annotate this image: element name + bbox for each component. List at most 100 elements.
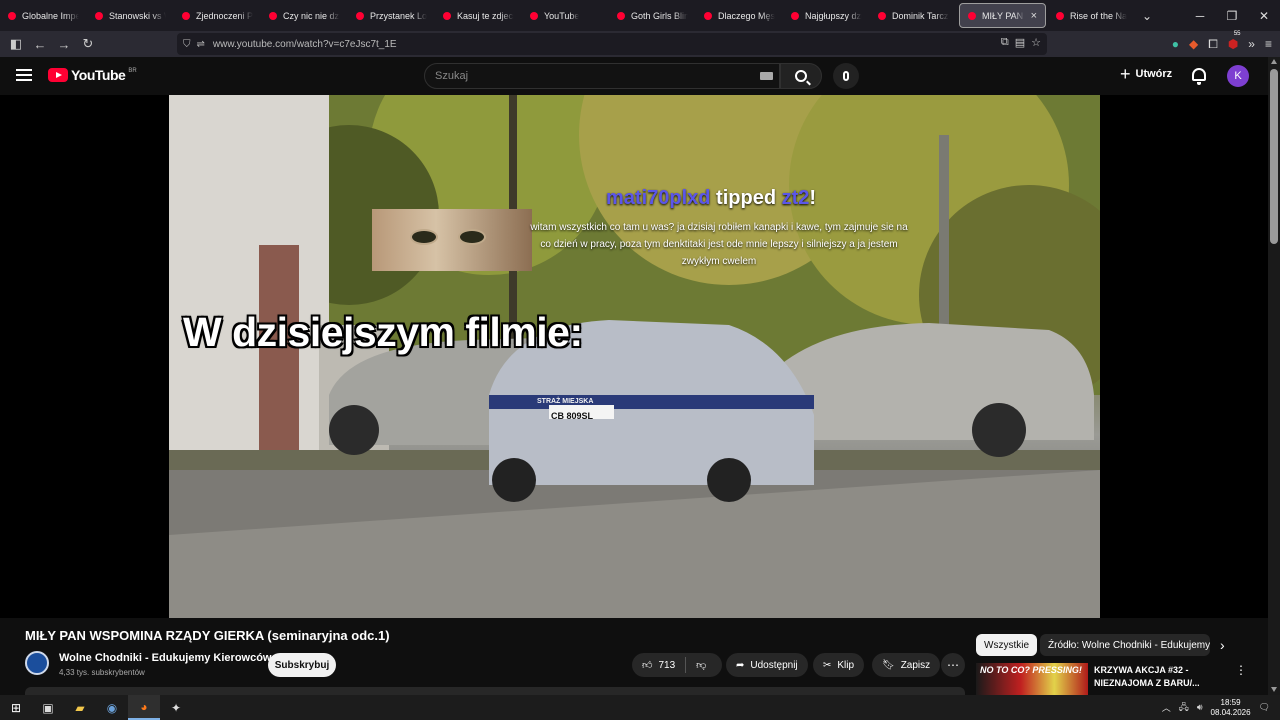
- share-label: Udostępnij: [750, 659, 798, 671]
- windows-start-icon[interactable]: ⊞: [0, 695, 32, 720]
- network-icon[interactable]: 🖧︎: [1179, 700, 1189, 716]
- description-box[interactable]: [25, 687, 965, 695]
- share-button[interactable]: ➦ Udostępnij: [726, 653, 808, 677]
- share-arrow-icon: ➦: [736, 659, 745, 671]
- clock[interactable]: 18:59 08.04.2026: [1211, 698, 1251, 718]
- youtube-logo[interactable]: YouTube BR: [48, 67, 137, 83]
- browser-tab[interactable]: Rise of the Nazis: [1048, 0, 1135, 31]
- tab-label: Globalne Imperi: [22, 10, 79, 21]
- chip-all[interactable]: Wszystkie: [976, 634, 1037, 656]
- scroll-up-arrow-icon[interactable]: [1271, 59, 1277, 64]
- tab-list-chevron-icon[interactable]: ⌄: [1135, 0, 1159, 31]
- browser-tab[interactable]: Globalne Imperi: [0, 0, 87, 31]
- scrollbar-thumb[interactable]: [1270, 69, 1278, 244]
- chevron-right-icon[interactable]: ›: [1220, 637, 1225, 653]
- tip-message: witam wszystkich co tam u was? ja dzisia…: [530, 222, 908, 267]
- tray-chevron-icon[interactable]: ︿: [1162, 701, 1171, 714]
- firefox-icon[interactable]: ◕: [128, 695, 160, 720]
- cat-eye: [410, 229, 438, 245]
- reload-icon[interactable]: ↻: [76, 32, 100, 56]
- minimize-icon[interactable]: ─: [1184, 0, 1216, 31]
- channel-name[interactable]: Wolne Chodniki - Edukujemy Kierowców: [59, 652, 272, 664]
- fox-extension-icon[interactable]: ◆: [1189, 37, 1198, 51]
- extensions-puzzle-icon[interactable]: ⧠: [1208, 37, 1218, 52]
- browser-tab[interactable]: Najgłupszy dzie: [783, 0, 870, 31]
- subscribe-button[interactable]: Subskrybuj: [268, 653, 336, 677]
- recommended-title[interactable]: KRZYWA AKCJA #32 - NIEZNAJOMA Z BARU/...: [1094, 664, 1214, 690]
- sidebar-toggle-icon[interactable]: ◧: [4, 32, 28, 56]
- browser-tab[interactable]: Zjednoczeni Prze: [174, 0, 261, 31]
- account-avatar[interactable]: K: [1227, 65, 1249, 87]
- close-tab-icon[interactable]: ×: [1031, 10, 1037, 22]
- picture-in-picture-icon[interactable]: ⧉: [1001, 36, 1009, 49]
- reader-view-icon[interactable]: ▤: [1015, 36, 1025, 49]
- forward-arrow-icon[interactable]: →: [52, 32, 76, 56]
- volume-icon[interactable]: 🔊︎: [1197, 702, 1203, 713]
- task-view-icon[interactable]: ▣: [32, 695, 64, 720]
- browser-tab[interactable]: YouTube: [522, 0, 609, 31]
- browser-tab[interactable]: Goth Girls Blind: [609, 0, 696, 31]
- browser-tab[interactable]: Dlaczego Męska: [696, 0, 783, 31]
- youtube-favicon-icon: [617, 11, 625, 20]
- search-input[interactable]: Szukaj: [424, 63, 780, 89]
- close-window-icon[interactable]: ✕: [1248, 0, 1280, 31]
- keyboard-icon[interactable]: [760, 72, 773, 80]
- bookmark-star-icon[interactable]: ☆: [1031, 36, 1041, 49]
- create-button[interactable]: + Utwórz: [1120, 65, 1173, 83]
- browser-tab[interactable]: Dominik Tarczyń: [870, 0, 957, 31]
- more-actions-button[interactable]: ⋯: [941, 653, 965, 677]
- tab-label: Dominik Tarczyń: [892, 10, 949, 21]
- tip-alert-line: mati70plxd tipped zt2!: [606, 187, 816, 210]
- dislike-button[interactable]: 👎︎: [696, 659, 706, 671]
- page-scrollbar[interactable]: [1268, 57, 1280, 695]
- browser-tab[interactable]: Przystanek Lomb: [348, 0, 435, 31]
- tip-user: mati70plxd: [606, 187, 711, 209]
- search-button[interactable]: [780, 63, 822, 89]
- browser-tab[interactable]: Kasuj te zdjecia a: [435, 0, 522, 31]
- notifications-icon[interactable]: 🗨︎: [1259, 702, 1270, 713]
- app-icon[interactable]: ✦: [160, 695, 192, 720]
- tip-cat-image: [372, 209, 532, 271]
- youtube-favicon-icon: [791, 11, 799, 20]
- url-bar[interactable]: ⛉ ⇌ www.youtube.com/watch?v=c7eJsc7t_1E …: [177, 33, 1047, 55]
- kebab-menu-icon[interactable]: ⋮: [1235, 663, 1247, 677]
- notifications-bell-icon[interactable]: [1192, 68, 1206, 85]
- voice-search-button[interactable]: [833, 63, 859, 89]
- video-overlay-headline: W dzisiejszym filmie:: [183, 309, 583, 355]
- steam-icon[interactable]: ◉: [96, 695, 128, 720]
- ublock-extension-icon[interactable]: ⬢ 55: [1228, 31, 1241, 51]
- cat-eye: [458, 229, 486, 245]
- site-info-icon[interactable]: ⇌: [197, 39, 205, 50]
- chip-source[interactable]: Źródło: Wolne Chodniki - Edukujemy K: [1040, 634, 1210, 656]
- tip-suffix: !: [809, 187, 817, 209]
- video-frame[interactable]: mati70plxd tipped zt2! witam wszystkich …: [169, 95, 1100, 618]
- window-controls: ─ ❐ ✕: [1184, 0, 1280, 31]
- browser-tab[interactable]: MIŁY PAN WS ×: [959, 3, 1046, 28]
- file-explorer-icon[interactable]: ▰: [64, 695, 96, 720]
- microphone-icon: [843, 71, 849, 81]
- vpn-extension-icon[interactable]: ●: [1172, 37, 1179, 51]
- search-placeholder: Szukaj: [435, 70, 469, 82]
- browser-tab[interactable]: Czy nic nie dzieje: [261, 0, 348, 31]
- overflow-chevrons-icon[interactable]: »: [1248, 37, 1255, 51]
- restore-icon[interactable]: ❐: [1216, 0, 1248, 31]
- like-count: 713: [658, 659, 676, 671]
- clip-button[interactable]: ✂ Klip: [813, 653, 865, 677]
- video-player[interactable]: mati70plxd tipped zt2! witam wszystkich …: [0, 95, 1268, 618]
- like-button[interactable]: 👍︎ 713: [642, 659, 676, 672]
- youtube-favicon-icon: [704, 11, 712, 20]
- youtube-play-icon: [48, 68, 68, 82]
- browser-nav-bar: ◧ ← → ↻ ⛉ ⇌ www.youtube.com/watch?v=c7eJ…: [0, 31, 1280, 57]
- clip-label: Klip: [837, 659, 855, 671]
- scroll-down-arrow-icon[interactable]: [1271, 687, 1277, 692]
- guide-menu-icon[interactable]: [16, 69, 32, 81]
- app-menu-icon[interactable]: ≡: [1265, 37, 1272, 51]
- youtube-favicon-icon: [530, 11, 538, 20]
- back-arrow-icon[interactable]: ←: [28, 32, 52, 56]
- create-label: Utwórz: [1135, 68, 1173, 80]
- youtube-favicon-icon: [356, 11, 364, 20]
- channel-avatar[interactable]: [25, 651, 49, 675]
- recommended-thumbnail[interactable]: NO TO CO? PRESSING!: [976, 663, 1088, 695]
- save-button[interactable]: 🔖︎ Zapisz: [872, 653, 941, 677]
- browser-tab[interactable]: Stanowski vs Wo: [87, 0, 174, 31]
